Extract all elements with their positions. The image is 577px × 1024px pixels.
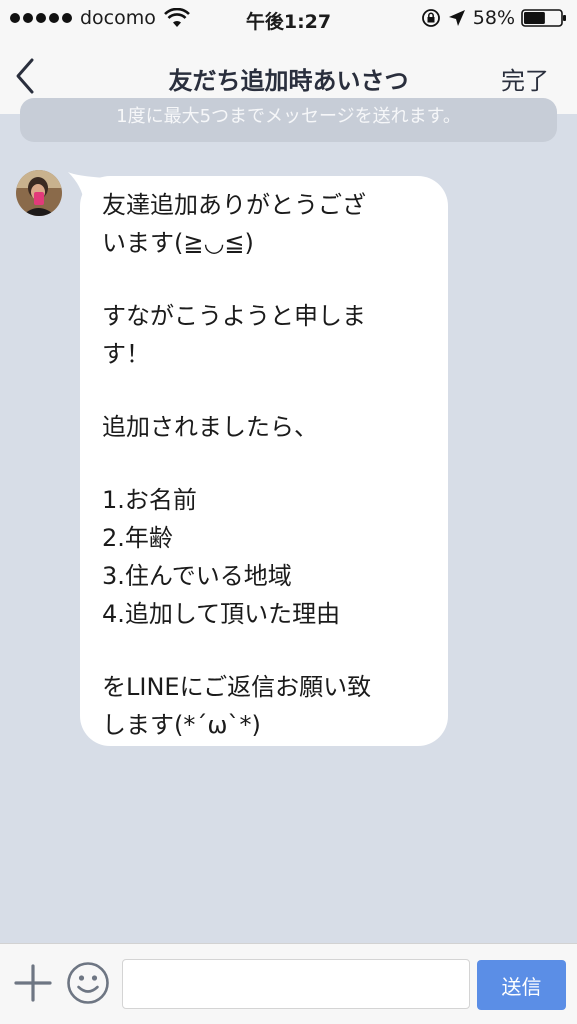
message-line: 追加されましたら、: [102, 413, 318, 441]
page-title: 友だち追加時あいさつ: [168, 67, 409, 95]
message-line: すながこうようと申しま: [102, 302, 366, 330]
message-line: 4.追加して頂いた理由: [102, 600, 341, 628]
rotation-lock-icon: [421, 9, 440, 27]
message-line: 友達追加ありがとうござ: [102, 191, 366, 219]
battery-percent: 58%: [472, 7, 515, 29]
notice-text: 1度に最大5つまでメッセージを送れます。: [116, 106, 461, 127]
message-line: す！: [102, 340, 150, 368]
send-button[interactable]: 送信: [477, 960, 566, 1010]
notice-banner: 1度に最大5つまでメッセージを送れます。: [20, 98, 557, 142]
message-line: します(*´ω`*): [102, 711, 261, 739]
message-input-bar: 送信: [0, 943, 577, 1024]
smiley-icon[interactable]: [66, 961, 110, 1005]
message-line: をLINEにご返信お願い致: [102, 673, 372, 701]
avatar: [16, 170, 62, 216]
plus-icon[interactable]: [14, 964, 52, 1002]
battery-icon: [521, 9, 566, 27]
message-line: 1.お名前: [102, 486, 197, 514]
status-bar: docomo 午後1:27 58%: [0, 0, 577, 38]
message-line: 3.住んでいる地域: [102, 562, 292, 590]
done-button[interactable]: 完了: [501, 61, 549, 96]
message-line: 2.年齢: [102, 524, 173, 552]
location-arrow-icon: [448, 10, 465, 26]
message-input[interactable]: [122, 959, 470, 1009]
message-line: います(≧◡≦): [102, 229, 254, 257]
status-right: 58%: [421, 7, 567, 29]
message-bubble: 友達追加ありがとうござ います(≧◡≦) すながこうようと申しま す！ 追加されましたら…: [80, 176, 448, 746]
